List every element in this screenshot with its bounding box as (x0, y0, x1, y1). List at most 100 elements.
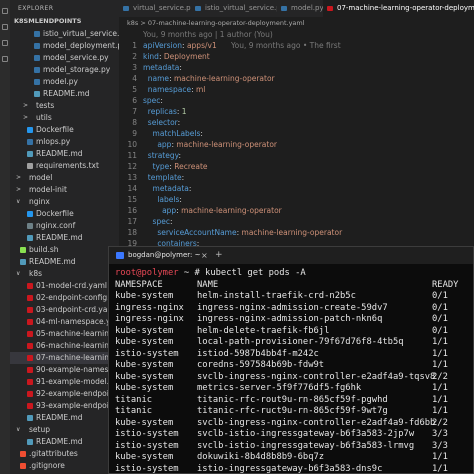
tab-label: virtual_service.py (133, 4, 191, 12)
explorer-sidebar: EXPLORER K8SMLENDPOINTS istio_virtual_se… (10, 0, 119, 474)
editor-tab[interactable]: istio_virtual_service.py (191, 0, 277, 17)
file-tree-item[interactable]: model_service.py (10, 52, 119, 64)
file-tree-item[interactable]: README.md (10, 232, 119, 244)
md-file-icon (34, 91, 40, 97)
file-tree-item[interactable]: 02-endpoint-config.crd.yaml (10, 292, 119, 304)
table-row-ready: 1/1 (432, 383, 448, 393)
file-tree-item[interactable]: 07-machine-learning-operator... (10, 352, 119, 364)
table-row-ns: ingress-nginx (115, 314, 184, 324)
file-tree-item[interactable]: .gitignore (10, 460, 119, 472)
file-tree-label: model (29, 173, 53, 182)
file-tree-label: model_storage.py (43, 65, 111, 74)
table-row: ingress-nginx ingress-nginx-admission-cre… (115, 303, 469, 315)
file-tree-item[interactable]: Dockerfile (10, 208, 119, 220)
file-tree-label: Dockerfile (36, 209, 74, 218)
file-tree-item[interactable]: > tests (10, 100, 119, 112)
yaml-key: replicas (147, 107, 177, 116)
py-file-icon (281, 6, 287, 11)
yaml-key: spec (152, 217, 170, 226)
file-tree-item[interactable]: ∨ nginx (10, 196, 119, 208)
file-tree-item[interactable]: 01-model-crd.yaml (10, 280, 119, 292)
file-tree-item[interactable]: > utils (10, 112, 119, 124)
md-file-icon (20, 259, 26, 265)
file-tree-item[interactable]: nginx.conf (10, 220, 119, 232)
docker-file-icon (27, 127, 33, 133)
code-editor[interactable]: You, 9 months ago | 1 author (You) 1 apiVe… (119, 29, 474, 254)
table-row: kube-system helm-delete-traefik-fb6jl 0/1 (115, 326, 469, 338)
table-row-name: ingress-nginx-admission-patch-nkn6q (197, 314, 383, 324)
yaml-key: app (162, 206, 177, 215)
table-row-name: titanic-rfc-ruct9u-rn-865cf59f-9wt7g (197, 406, 388, 416)
tab-label: istio_virtual_service.py (205, 4, 277, 12)
source-control-icon[interactable] (2, 40, 8, 46)
file-tree-item[interactable]: .gitattributes (10, 448, 119, 460)
file-tree-label: model.py (43, 77, 78, 86)
chevron-down-icon: ∨ (16, 426, 21, 433)
table-row-ns: kube-system (115, 452, 174, 462)
yaml-key: strategy (147, 151, 179, 160)
yaml-file-icon (27, 355, 33, 361)
file-tree-item[interactable]: README.md (10, 436, 119, 448)
editor-tab[interactable]: model.py (277, 0, 323, 17)
editor-tab[interactable]: 07-machine-learning-operator-deployment.… (323, 0, 474, 17)
file-tree-item[interactable]: requirements.txt (10, 160, 119, 172)
yaml-value: apps/v1 (186, 41, 217, 50)
chevron-down-icon: ∨ (16, 270, 21, 277)
table-row-ready: 0/1 (432, 302, 448, 313)
breadcrumb[interactable]: k8s > 07-machine-learning-operator-deplo… (119, 17, 474, 29)
file-tree-item[interactable]: 93-example-endpoint.yaml (10, 400, 119, 412)
file-tree-item[interactable]: 05-machine-learning-operator... (10, 328, 119, 340)
file-tree-item[interactable]: 90-example-namespace.yaml (10, 364, 119, 376)
file-tree-item[interactable]: ∨ k8s (10, 268, 119, 280)
new-tab-icon[interactable]: + (215, 247, 223, 264)
file-tree-item[interactable]: Dockerfile (10, 124, 119, 136)
table-row-name: helm-install-traefik-crd-n2b5c (197, 291, 356, 301)
file-tree-item[interactable]: > model-init (10, 184, 119, 196)
file-tree-label: 07-machine-learning-operator... (36, 353, 119, 362)
table-row-ns: ingress-nginx (115, 302, 184, 313)
file-tree-item[interactable]: 92-example-endpoint-config... (10, 388, 119, 400)
editor-tab[interactable]: virtual_service.py (119, 0, 191, 17)
file-tree-item[interactable]: model_storage.py (10, 64, 119, 76)
md-file-icon (27, 151, 33, 157)
search-icon[interactable] (2, 24, 8, 30)
table-row-ready: 1/1 (432, 452, 448, 462)
py-file-icon (34, 55, 40, 61)
file-tree-item[interactable]: istio_virtual_service.py (10, 28, 119, 40)
file-tree-item[interactable]: 03-endpoint-crd.yaml (10, 304, 119, 316)
table-row-ns: kube-system (115, 360, 174, 370)
yaml-file-icon (27, 331, 33, 337)
table-row-ready: 1/1 (432, 337, 448, 347)
file-tree-item[interactable]: build.sh (10, 244, 119, 256)
explorer-icon[interactable] (2, 8, 8, 14)
file-tree-label: model_service.py (43, 53, 109, 62)
table-row-ready: 2/2 (432, 417, 448, 428)
file-tree-label: README.md (29, 257, 76, 266)
workspace-root[interactable]: K8SMLENDPOINTS (14, 17, 81, 25)
file-tree-item[interactable]: README.md (10, 148, 119, 160)
file-tree-label: model-init (29, 185, 67, 194)
file-tree-item[interactable]: ∨ setup (10, 424, 119, 436)
file-tree-item[interactable]: 04-ml-namespace.yaml (10, 316, 119, 328)
py-file-icon (34, 31, 40, 37)
close-tab-icon[interactable]: × (201, 247, 208, 264)
table-row: istio-system istio-ingressgateway-b6f3a58… (115, 464, 469, 474)
command-text: kubectl get pods -A (205, 268, 306, 278)
file-tree-item[interactable]: model_deployment.py (10, 40, 119, 52)
terminal-window[interactable]: bogdan@polymer: ~ × + root@polymer ~ # k… (108, 246, 474, 474)
file-tree-item[interactable]: README.md (10, 256, 119, 268)
file-tree-item[interactable]: README.md (10, 88, 119, 100)
file-tree-label: istio_virtual_service.py (43, 29, 119, 38)
md-file-icon (27, 415, 33, 421)
file-tree-item[interactable]: README.md (10, 412, 119, 424)
table-row-name: istio-ingressgateway-b6f3a583-dns9c (197, 463, 383, 474)
yaml-value: 1 (181, 107, 187, 116)
extensions-icon[interactable] (2, 56, 8, 62)
yaml-value: Deployment (163, 52, 210, 61)
file-tree-item[interactable]: 06-machine-learning-operator... (10, 340, 119, 352)
terminal-output[interactable]: root@polymer ~ # kubectl get pods -A NAME… (109, 264, 473, 473)
file-tree-item[interactable]: > model (10, 172, 119, 184)
file-tree-item[interactable]: 91-example-model.yaml (10, 376, 119, 388)
file-tree-item[interactable]: model.py (10, 76, 119, 88)
file-tree-item[interactable]: mlops.py (10, 136, 119, 148)
